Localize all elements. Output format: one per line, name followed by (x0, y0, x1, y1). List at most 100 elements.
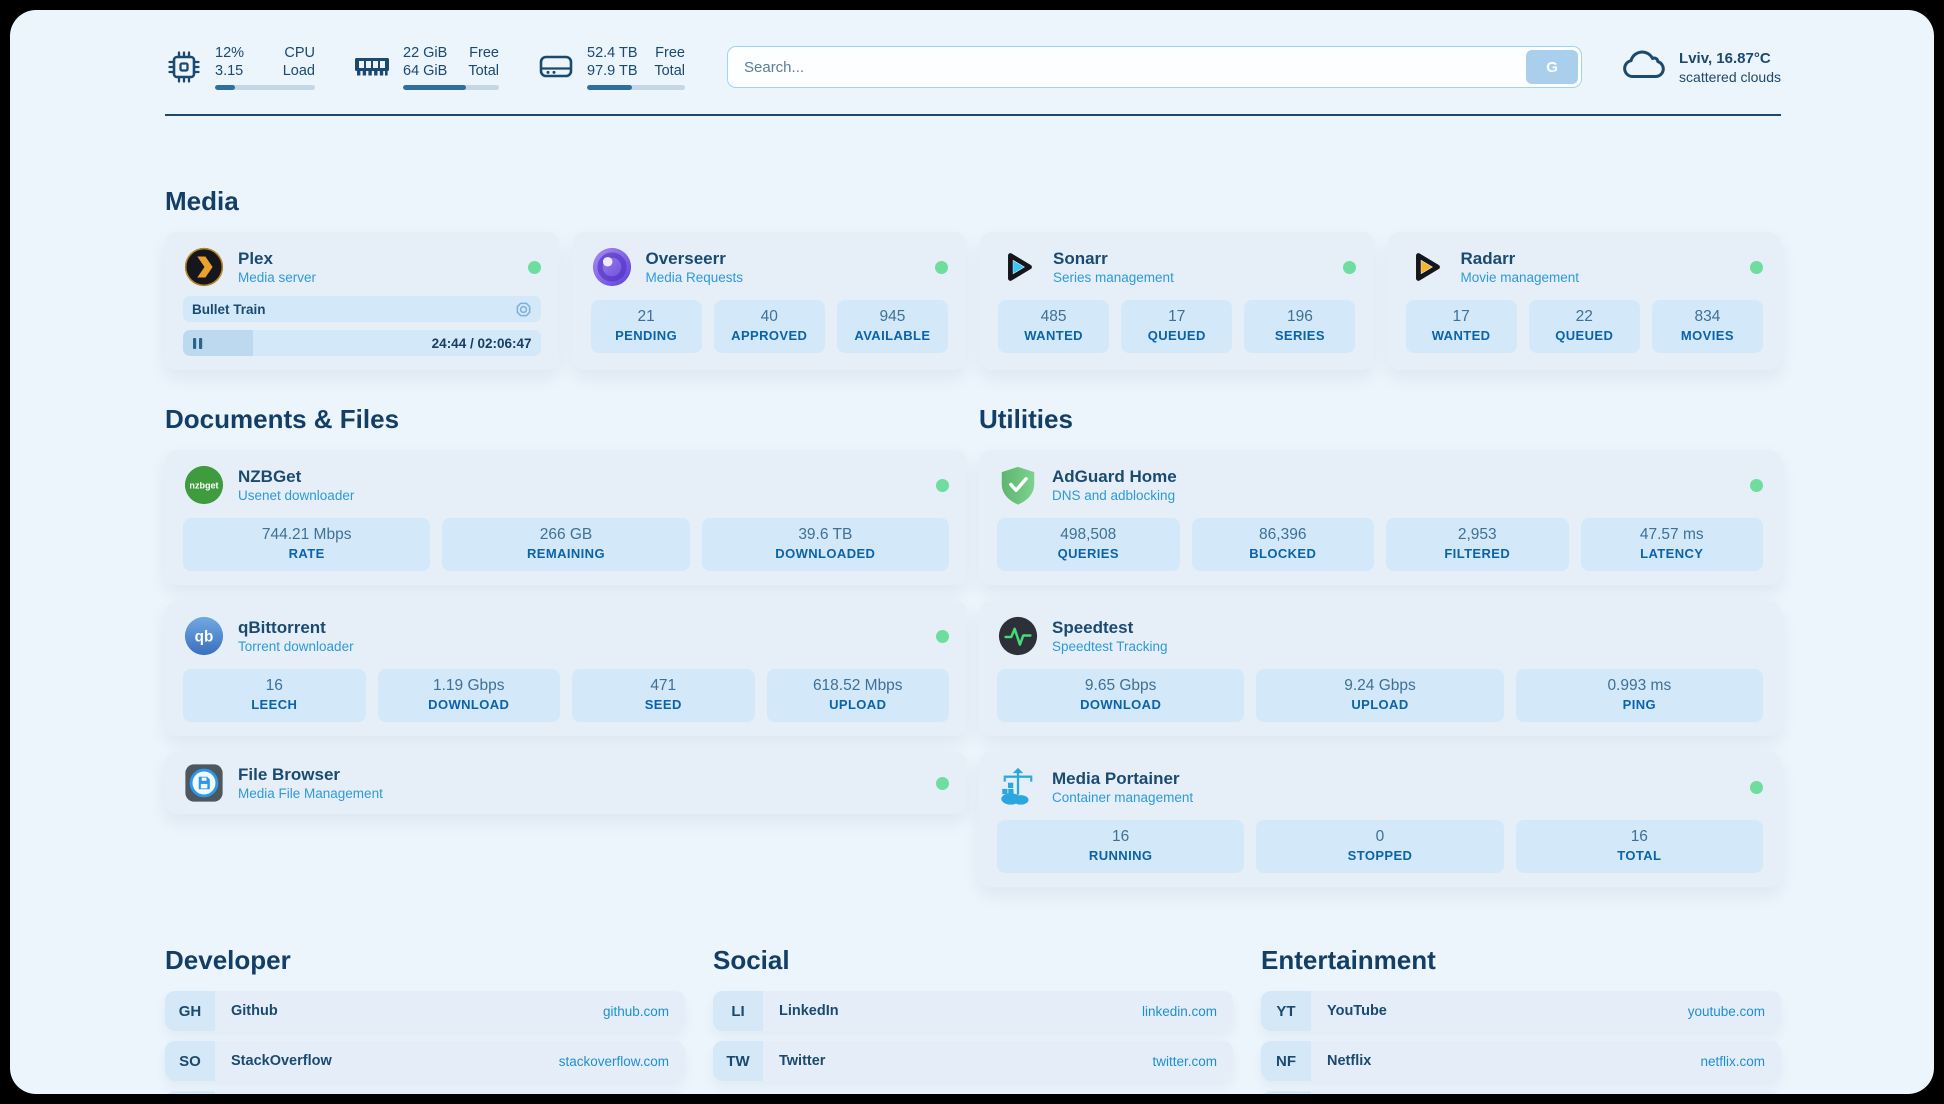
portainer-icon (997, 766, 1039, 808)
stat-tile: 17WANTED (1406, 300, 1517, 353)
status-dot (1343, 261, 1356, 274)
service-card-qbittorrent[interactable]: qb qBittorrent Torrent downloader 16LEEC… (165, 601, 967, 736)
radarr-icon (1406, 246, 1448, 288)
service-title: Speedtest (1052, 617, 1168, 638)
bookmark-name: LinkedIn (779, 1003, 839, 1019)
bookmark-tag: DT (165, 1091, 215, 1094)
bookmark-twitter[interactable]: TW Twitter twitter.com (713, 1041, 1233, 1081)
section-title-media: Media (165, 186, 1781, 216)
adguard-icon (997, 464, 1039, 506)
status-dot (1750, 261, 1763, 274)
bookmark-tag: RE (1261, 1091, 1311, 1094)
dashboard-panel: 12% CPU 3.15 Load (10, 10, 1934, 1094)
header-divider (165, 114, 1781, 116)
stat-tile: 266 GBREMAINING (442, 518, 689, 571)
search-container: G (727, 46, 1582, 88)
resource-widgets: 12% CPU 3.15 Load (165, 44, 685, 90)
qbittorrent-icon: qb (183, 615, 225, 657)
bookmark-stackoverflow[interactable]: SO StackOverflow stackoverflow.com (165, 1041, 685, 1081)
stat-tile: 39.6 TBDOWNLOADED (702, 518, 949, 571)
service-subtitle: Usenet downloader (238, 487, 354, 505)
bookmark-dev[interactable]: DT DEV dev.to (165, 1091, 685, 1094)
top-bar: 12% CPU 3.15 Load (165, 40, 1781, 94)
memory-total-label: Total (468, 62, 499, 80)
bookmark-reddit[interactable]: RE Reddit reddit.com (1261, 1091, 1781, 1094)
cpu-load-value: 3.15 (215, 62, 243, 80)
section-title-social: Social (713, 945, 1233, 975)
service-card-adguard[interactable]: AdGuard Home DNS and adblocking 498,508Q… (979, 450, 1781, 585)
service-card-nzbget[interactable]: nzbget NZBGet Usenet downloader 744.21 M… (165, 450, 967, 585)
stat-tile: 9.24 GbpsUPLOAD (1256, 669, 1503, 722)
service-title: Overseerr (646, 248, 744, 269)
bookmark-github[interactable]: GH Github github.com (165, 991, 685, 1031)
plex-icon (183, 246, 225, 288)
speedtest-icon (997, 615, 1039, 657)
stat-tile: 17QUEUED (1121, 300, 1232, 353)
media-cards: Plex Media server Bullet Train (165, 232, 1781, 370)
service-card-portainer[interactable]: Media Portainer Container management 16R… (979, 752, 1781, 887)
status-dot (1750, 479, 1763, 492)
status-dot (528, 261, 541, 274)
service-subtitle: Torrent downloader (238, 638, 354, 656)
service-card-sonarr[interactable]: Sonarr Series management 485WANTED 17QUE… (980, 232, 1374, 370)
service-subtitle: Movie management (1461, 269, 1580, 287)
stat-tile: 618.52 MbpsUPLOAD (767, 669, 950, 722)
bookmark-url: github.com (603, 1004, 669, 1019)
cpu-value: 12% (215, 44, 244, 62)
service-card-speedtest[interactable]: Speedtest Speedtest Tracking 9.65 GbpsDO… (979, 601, 1781, 736)
status-dot (1750, 781, 1763, 794)
stat-tile: 1.19 GbpsDOWNLOAD (378, 669, 561, 722)
overseerr-icon (591, 246, 633, 288)
storage-free-value: 52.4 TB (587, 44, 638, 62)
media-type-icon (515, 301, 532, 318)
svg-text:nzbget: nzbget (189, 480, 218, 490)
service-subtitle: Media Requests (646, 269, 744, 287)
storage-total-value: 97.9 TB (587, 62, 638, 80)
memory-free-value: 22 GiB (403, 44, 447, 62)
bookmark-name: YouTube (1327, 1003, 1387, 1019)
bookmark-netflix[interactable]: NF Netflix netflix.com (1261, 1041, 1781, 1081)
stat-tile: 21PENDING (591, 300, 702, 353)
weather-location: Lviv, 16.87°C (1679, 49, 1781, 68)
cloud-icon (1620, 47, 1666, 88)
storage-widget: 52.4 TB Free 97.9 TB Total (537, 44, 685, 90)
cpu-progressbar (215, 85, 315, 90)
stat-tile: 498,508QUERIES (997, 518, 1180, 571)
memory-free-label: Free (469, 44, 499, 62)
bookmark-name: StackOverflow (231, 1053, 332, 1069)
cpu-icon (165, 48, 203, 86)
search-input[interactable] (727, 46, 1582, 88)
service-card-overseerr[interactable]: Overseerr Media Requests 21PENDING 40APP… (573, 232, 967, 370)
status-dot (936, 630, 949, 643)
now-playing-row: Bullet Train (183, 296, 541, 322)
stat-tile: 834MOVIES (1652, 300, 1763, 353)
bookmark-name: Github (231, 1003, 278, 1019)
nzbget-icon: nzbget (183, 464, 225, 506)
playback-progressbar: 24:44 / 02:06:47 (183, 330, 541, 356)
bookmark-youtube[interactable]: YT YouTube youtube.com (1261, 991, 1781, 1031)
cpu-widget: 12% CPU 3.15 Load (165, 44, 315, 90)
bookmark-url: linkedin.com (1142, 1004, 1217, 1019)
service-title: File Browser (238, 764, 383, 785)
service-card-filebrowser[interactable]: File Browser Media File Management (165, 752, 967, 814)
bookmark-url: netflix.com (1700, 1054, 1765, 1069)
pause-icon (192, 337, 204, 350)
service-card-plex[interactable]: Plex Media server Bullet Train (165, 232, 559, 370)
bookmark-linkedin[interactable]: LI LinkedIn linkedin.com (713, 991, 1233, 1031)
bookmark-tag: LI (713, 991, 763, 1031)
bookmark-tag: NF (1261, 1041, 1311, 1081)
service-card-radarr[interactable]: Radarr Movie management 17WANTED 22QUEUE… (1388, 232, 1782, 370)
playback-time: 24:44 / 02:06:47 (432, 336, 532, 351)
service-subtitle: Series management (1053, 269, 1174, 287)
cpu-label: CPU (284, 44, 315, 62)
bookmark-tag: GH (165, 991, 215, 1031)
memory-widget: 22 GiB Free 64 GiB Total (353, 44, 499, 90)
service-subtitle: Media File Management (238, 785, 383, 803)
cpu-load-label: Load (283, 62, 315, 80)
bookmark-url: youtube.com (1688, 1004, 1765, 1019)
service-title: Sonarr (1053, 248, 1174, 269)
storage-progressbar (587, 85, 685, 90)
search-engine-button[interactable]: G (1526, 50, 1578, 84)
section-title-developer: Developer (165, 945, 685, 975)
now-playing-title: Bullet Train (192, 302, 266, 317)
